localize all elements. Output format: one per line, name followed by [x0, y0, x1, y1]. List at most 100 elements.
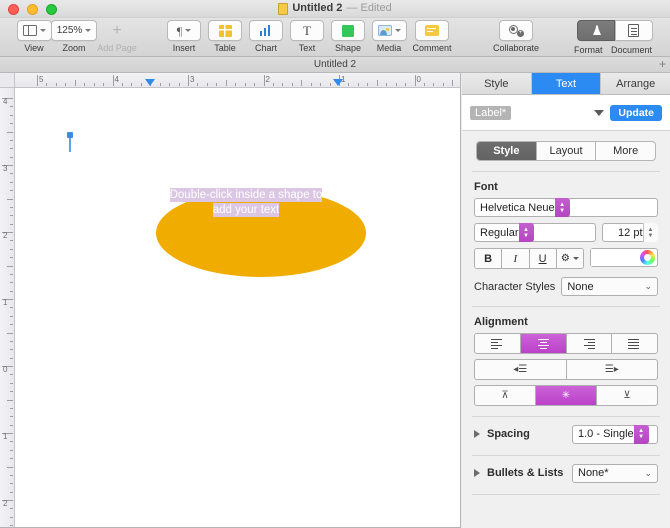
ruler-number: 0 — [417, 75, 421, 84]
subtab-more[interactable]: More — [596, 142, 655, 160]
document-page[interactable] — [15, 88, 461, 528]
chevron-down-icon[interactable] — [594, 110, 604, 116]
align-middle-button[interactable]: ✳ — [536, 386, 597, 405]
placeholder-line-2: add your text — [213, 203, 279, 217]
bold-button[interactable]: B — [475, 249, 502, 268]
indent-marker-right[interactable] — [333, 79, 343, 86]
tab-arrange[interactable]: Arrange — [601, 73, 670, 94]
italic-button[interactable]: I — [502, 249, 529, 268]
zoom-value-text: 125% — [57, 25, 83, 36]
font-options-button[interactable]: ⚙ — [557, 249, 583, 268]
ruler-corner — [0, 73, 15, 88]
pilcrow-icon: ¶ — [177, 25, 182, 37]
document-label: Document — [611, 45, 652, 55]
chevron-down-icon — [185, 29, 191, 32]
disclosure-triangle-icon[interactable] — [474, 469, 480, 477]
format-label: Format — [574, 45, 603, 55]
view-label: View — [24, 43, 43, 53]
character-styles-select[interactable]: None ⌄ — [561, 277, 658, 296]
align-center-icon — [537, 339, 550, 349]
character-styles-label: Character Styles — [474, 281, 555, 293]
font-weight-stepper[interactable]: ▲▼ — [519, 223, 534, 242]
chevron-down-icon — [573, 257, 579, 260]
collaborate-button[interactable]: + — [499, 20, 533, 41]
paragraph-style-name[interactable]: Label* — [470, 106, 511, 120]
collaborate-label: Collaborate — [493, 43, 539, 53]
bullets-value: None* — [578, 467, 609, 479]
font-color-swatch[interactable] — [591, 249, 640, 266]
align-top-button[interactable]: ⊼ — [475, 386, 536, 405]
ruler-number: 5 — [39, 75, 43, 84]
document-canvas-area: Double-click inside a shape to add your … — [0, 73, 461, 528]
decrease-indent-icon: ◂☰ — [513, 364, 527, 375]
toolbar-comment[interactable]: Comment — [403, 20, 461, 53]
shape-placeholder-text[interactable]: Double-click inside a shape to add your … — [141, 188, 351, 218]
horizontal-ruler[interactable]: 543210 — [0, 73, 461, 88]
increase-indent-button[interactable]: ☰▸ — [567, 360, 658, 379]
window-title: Untitled 2 — Edited — [0, 2, 670, 14]
placeholder-line-1: Double-click inside a shape to — [170, 188, 323, 202]
format-inspector-panel: Style Text Arrange Label* Update Style L… — [462, 73, 670, 528]
align-bottom-button[interactable]: ⊻ — [597, 386, 657, 405]
character-styles-value: None — [567, 281, 593, 293]
align-center-button[interactable] — [521, 334, 567, 353]
comment-label: Comment — [412, 43, 451, 53]
vertical-ruler[interactable]: 4321012 — [0, 88, 15, 528]
text-anchor-marker[interactable] — [67, 132, 73, 152]
format-document-segmented — [577, 20, 653, 41]
font-family-field[interactable]: Helvetica Neue ▲▼ — [474, 198, 658, 217]
media-button[interactable] — [372, 20, 407, 41]
font-style-buttons: B I U ⚙ — [474, 248, 584, 269]
underline-button[interactable]: U — [530, 249, 557, 268]
update-style-button[interactable]: Update — [610, 105, 662, 121]
font-weight-value: Regular — [480, 227, 519, 239]
align-left-button[interactable] — [475, 334, 521, 353]
format-button[interactable] — [577, 20, 615, 41]
subtab-style[interactable]: Style — [477, 142, 537, 160]
tab-text[interactable]: Text — [532, 73, 602, 94]
font-size-field[interactable]: 12 pt ▲▼ — [602, 223, 658, 242]
gear-icon: ⚙ — [561, 253, 570, 264]
spacing-row: Spacing 1.0 - Single ▲▼ — [474, 423, 658, 445]
font-size-stepper[interactable]: ▲▼ — [643, 223, 658, 242]
document-tabbar: Untitled 2 + — [0, 57, 670, 73]
shape-label: Shape — [335, 43, 361, 53]
ruler-number: 3 — [3, 164, 7, 173]
spacing-label: Spacing — [487, 428, 565, 440]
align-right-button[interactable] — [567, 334, 613, 353]
decrease-indent-button[interactable]: ◂☰ — [475, 360, 567, 379]
toolbar-collaborate[interactable]: + Collaborate — [485, 20, 547, 53]
bullets-row: Bullets & Lists None* ⌄ — [474, 462, 658, 484]
font-family-value: Helvetica Neue — [480, 202, 555, 214]
increase-indent-icon: ☰▸ — [605, 364, 619, 375]
tab-style[interactable]: Style — [462, 73, 532, 94]
add-tab-button[interactable]: + — [659, 57, 666, 72]
divider — [472, 306, 660, 307]
indent-marker-left[interactable] — [145, 79, 155, 86]
spacing-stepper[interactable]: ▲▼ — [634, 425, 649, 444]
disclosure-triangle-icon[interactable] — [474, 430, 480, 438]
chevron-down-icon: ⌄ — [644, 281, 652, 292]
media-label: Media — [377, 43, 402, 53]
chevron-down-icon: ⌄ — [644, 468, 652, 479]
pages-app-window: Untitled 2 — Edited View 125% Zoom + Add… — [0, 0, 670, 528]
divider — [472, 171, 660, 172]
plus-icon: + — [112, 23, 121, 39]
bullets-select[interactable]: None* ⌄ — [572, 464, 658, 483]
font-weight-field[interactable]: Regular ▲▼ — [474, 223, 596, 242]
font-color-control[interactable] — [590, 248, 658, 267]
document-tab[interactable]: Untitled 2 — [0, 57, 670, 73]
align-justify-button[interactable] — [612, 334, 657, 353]
spacing-select[interactable]: 1.0 - Single ▲▼ — [572, 425, 658, 444]
alignment-section-title: Alignment — [474, 316, 670, 328]
document-button[interactable] — [615, 20, 653, 41]
color-wheel-icon[interactable] — [640, 250, 655, 265]
font-family-stepper[interactable]: ▲▼ — [555, 198, 570, 217]
subtab-layout[interactable]: Layout — [537, 142, 597, 160]
chart-icon — [260, 25, 273, 36]
align-left-icon — [491, 339, 504, 349]
comment-button[interactable] — [415, 20, 449, 41]
edited-indicator: — Edited — [346, 2, 391, 14]
font-section-title: Font — [474, 181, 670, 193]
zoom-label: Zoom — [62, 43, 85, 53]
